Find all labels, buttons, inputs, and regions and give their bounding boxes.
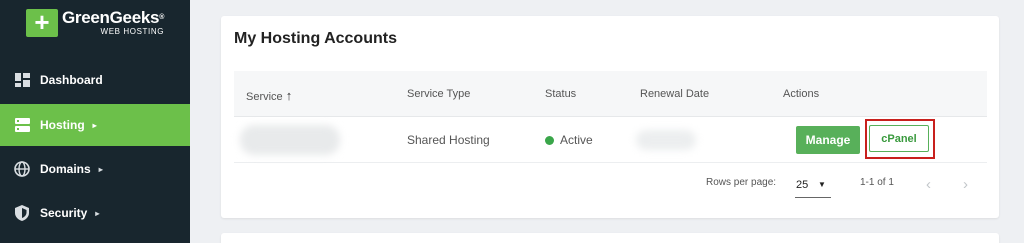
table-header: Service ↑ Service Type Status Renewal Da… bbox=[234, 71, 987, 117]
next-page-button[interactable]: › bbox=[963, 176, 968, 193]
sidebar-item-label: Domains bbox=[40, 162, 91, 176]
cpanel-button[interactable]: cPanel bbox=[869, 125, 929, 152]
sidebar-item-security[interactable]: Security ▸ bbox=[0, 192, 190, 234]
service-type-cell: Shared Hosting bbox=[407, 133, 490, 147]
globe-icon bbox=[14, 161, 30, 177]
caret-right-icon: ▸ bbox=[95, 208, 100, 218]
rows-per-page-label: Rows per page: bbox=[706, 177, 777, 188]
rows-per-page-select[interactable]: 25 ▼ bbox=[795, 174, 831, 198]
sort-ascending-icon: ↑ bbox=[285, 88, 293, 103]
sidebar-item-label: Dashboard bbox=[40, 73, 103, 87]
table-row: Shared Hosting Active Manage cPanel bbox=[234, 117, 987, 163]
sidebar-item-label: Security bbox=[40, 206, 88, 220]
shield-icon bbox=[14, 205, 30, 221]
column-header-status[interactable]: Status bbox=[545, 88, 576, 100]
server-icon bbox=[14, 117, 30, 133]
dropdown-caret-icon: ▼ bbox=[818, 180, 826, 189]
blurred-renewal-date bbox=[636, 130, 696, 150]
secondary-card bbox=[221, 233, 999, 243]
greengeeks-logo[interactable]: + GreenGeeks® WEB HOSTING bbox=[26, 9, 164, 37]
column-header-renewal-date[interactable]: Renewal Date bbox=[640, 88, 709, 100]
pagination-range: 1-1 of 1 bbox=[860, 177, 894, 188]
status-cell: Active bbox=[545, 133, 593, 147]
logo-name: GreenGeeks bbox=[62, 8, 160, 27]
sidebar-item-label: Hosting bbox=[40, 118, 85, 132]
column-header-actions: Actions bbox=[783, 88, 820, 100]
logo-registered-mark: ® bbox=[159, 14, 165, 21]
sidebar-item-hosting[interactable]: Hosting ▸ bbox=[0, 104, 190, 146]
manage-button[interactable]: Manage bbox=[796, 126, 860, 154]
caret-right-icon: ▸ bbox=[98, 164, 103, 174]
column-header-service[interactable]: Service ↑ bbox=[246, 88, 292, 103]
logo-tagline: WEB HOSTING bbox=[100, 27, 165, 36]
blurred-service-name bbox=[240, 125, 340, 155]
sidebar: + GreenGeeks® WEB HOSTING Dashboard Host… bbox=[0, 0, 190, 243]
logo-plus-icon: + bbox=[26, 9, 58, 37]
status-active-dot-icon bbox=[545, 136, 554, 145]
column-header-service-type[interactable]: Service Type bbox=[407, 88, 470, 100]
sidebar-item-domains[interactable]: Domains ▸ bbox=[0, 148, 190, 190]
previous-page-button[interactable]: ‹ bbox=[926, 176, 931, 193]
caret-right-icon: ▸ bbox=[92, 120, 97, 130]
page-title: My Hosting Accounts bbox=[234, 30, 397, 47]
hosting-accounts-card: My Hosting Accounts Service ↑ Service Ty… bbox=[221, 16, 999, 218]
sidebar-item-dashboard[interactable]: Dashboard bbox=[0, 59, 190, 101]
dashboard-grid-icon bbox=[14, 72, 30, 88]
